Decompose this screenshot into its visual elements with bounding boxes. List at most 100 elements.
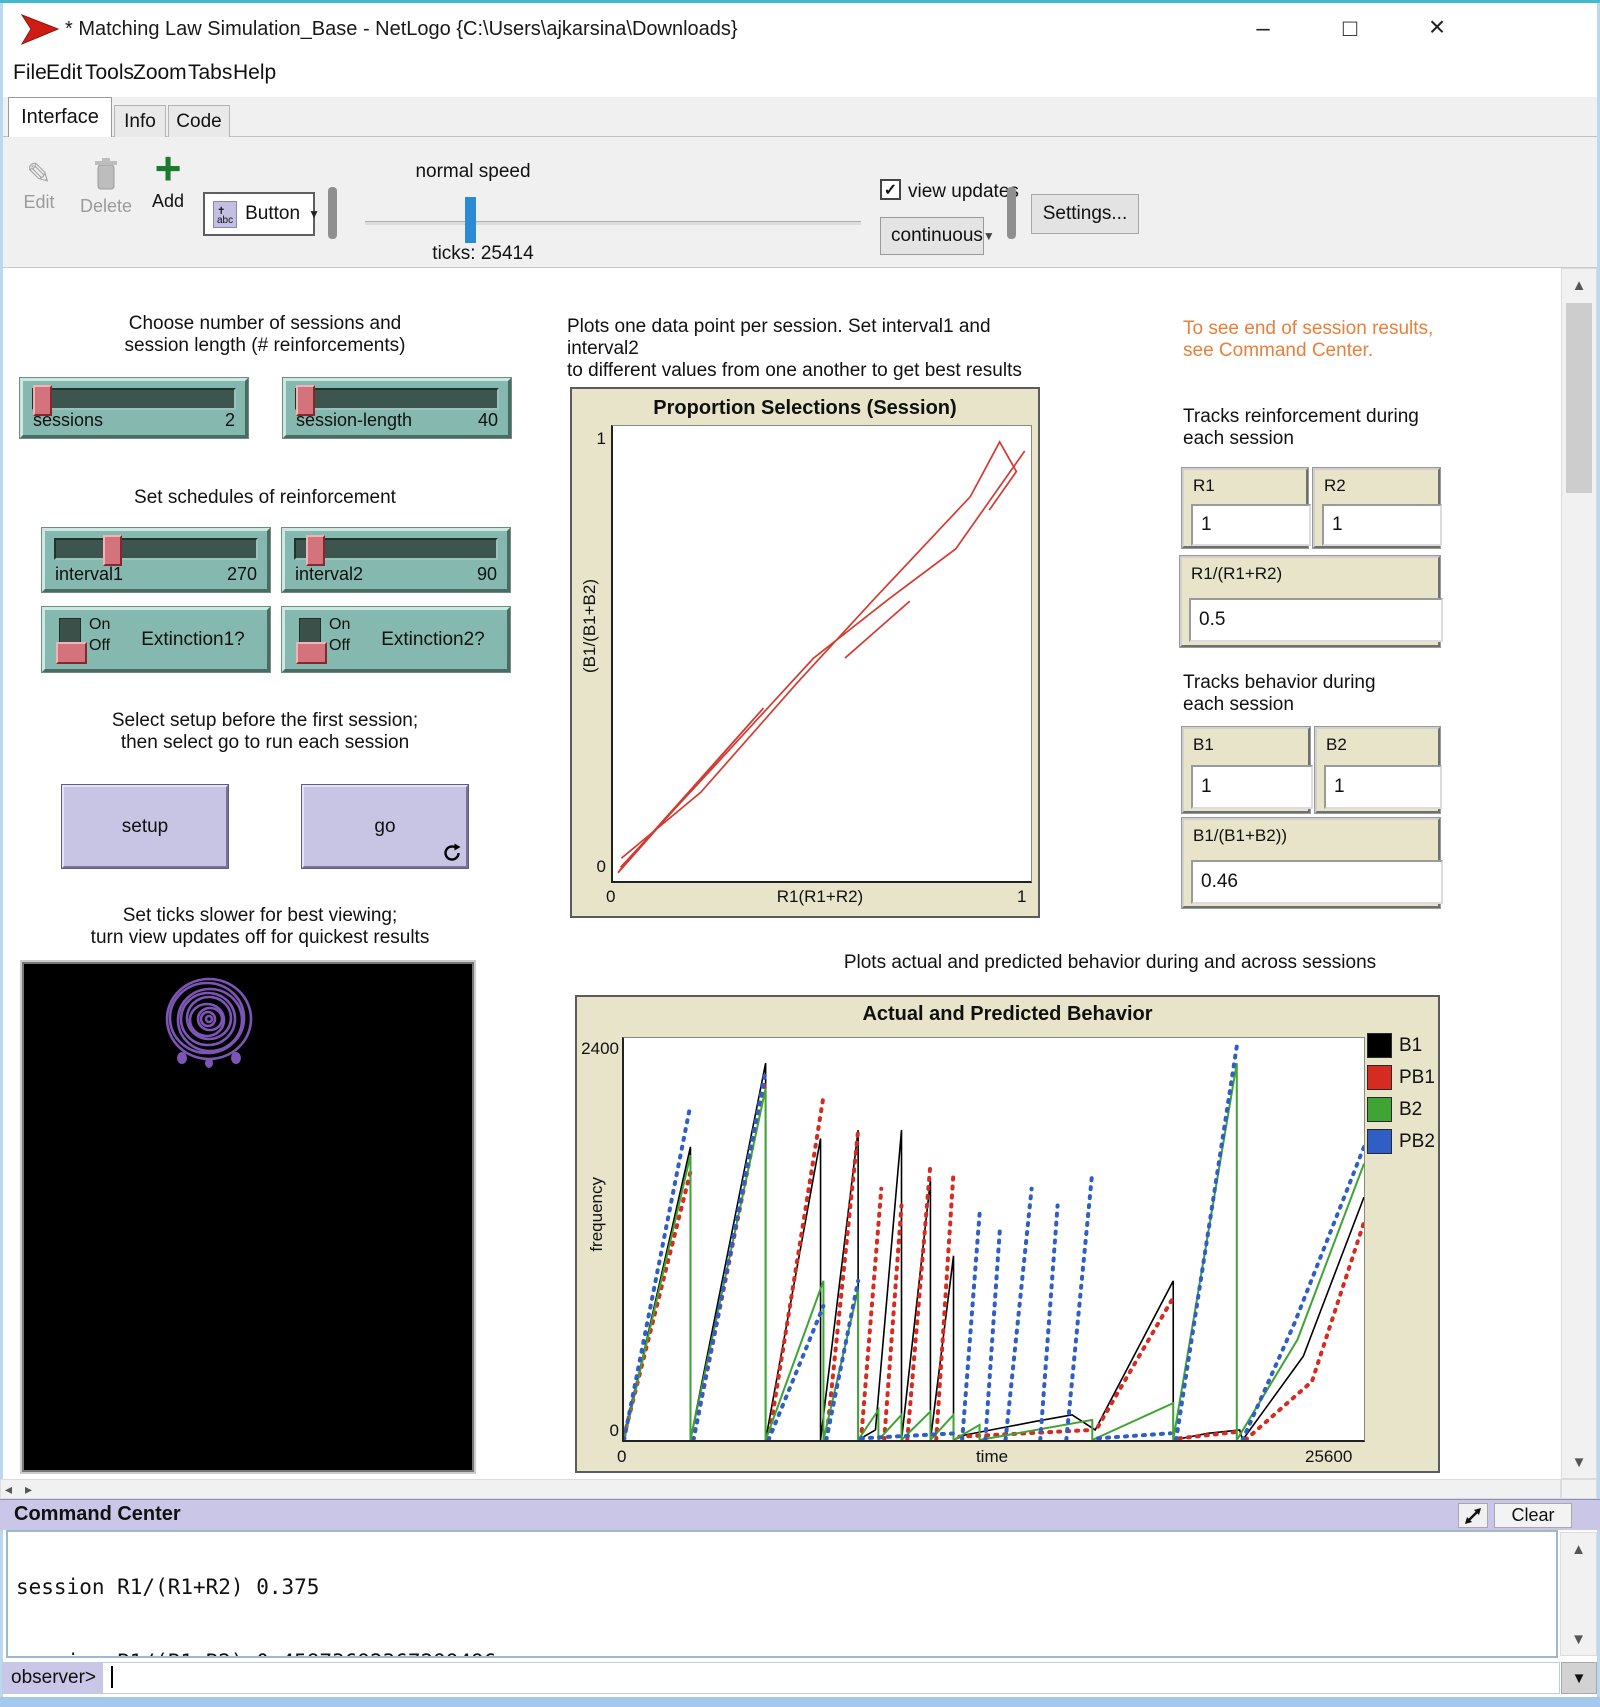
command-output-line: session B1/(B1+B2) 0.45873692367299496 [16, 1650, 1556, 1658]
setup-button-label: setup [122, 816, 168, 838]
y-min-label: 0 [586, 857, 606, 877]
plot-area [611, 425, 1032, 883]
session-length-slider[interactable]: session-length40 [283, 378, 511, 438]
close-button[interactable]: × [1417, 9, 1457, 45]
window-title: * Matching Law Simulation_Base - NetLogo… [65, 18, 738, 41]
speed-slider-thumb[interactable] [465, 197, 476, 243]
world-view[interactable] [22, 962, 474, 1472]
forever-icon [442, 843, 462, 863]
plus-icon: + [138, 145, 198, 191]
button-widget-icon: ✝abc [213, 201, 237, 228]
note-schedules: Set schedules of reinforcement [40, 487, 490, 509]
tab-code[interactable]: Code [168, 105, 230, 137]
maximize-button[interactable]: □ [1330, 11, 1370, 47]
interval2-slider[interactable]: interval290 [282, 528, 510, 592]
proportion-selections-plot: Proportion Selections (Session) 1 0 (B1/… [570, 387, 1040, 918]
add-tool[interactable]: + Add [138, 145, 198, 212]
monitor-value: 1 [1191, 504, 1311, 546]
main-horizontal-scrollbar[interactable]: ◂ ▸ [0, 1479, 1561, 1499]
delete-tool: Delete [75, 157, 137, 217]
legend-swatch-b1 [1367, 1033, 1392, 1058]
delete-tool-label: Delete [75, 196, 137, 217]
go-button[interactable]: go [302, 785, 468, 868]
menu-edit[interactable]: Edit [46, 61, 82, 85]
command-output-scrollbar[interactable]: ▲ ▼ [1560, 1532, 1597, 1656]
actual-predicted-plot: Actual and Predicted Behavior 2400 0 fre… [575, 995, 1440, 1473]
scrollbar-thumb[interactable] [1566, 303, 1592, 493]
speed-slider-track[interactable] [365, 221, 861, 225]
view-updates-label: view updates [908, 181, 1019, 203]
menu-file[interactable]: File [13, 61, 47, 85]
turtle-shape [24, 964, 472, 1470]
setup-button[interactable]: setup [62, 785, 228, 868]
text-cursor [111, 1666, 113, 1688]
sessions-slider[interactable]: sessions2 [20, 378, 248, 438]
x-axis-label: time [622, 1447, 1362, 1467]
switch-handle[interactable] [296, 642, 327, 664]
scroll-up-arrow[interactable]: ▲ [1562, 269, 1596, 301]
extinction2-switch[interactable]: On Off Extinction2? [282, 607, 510, 672]
title-bar[interactable]: * Matching Law Simulation_Base - NetLogo… [3, 3, 1597, 55]
legend-label: PB2 [1399, 1131, 1435, 1153]
legend-item-b2: B2 [1367, 1097, 1435, 1122]
menu-help[interactable]: Help [233, 61, 276, 85]
monitor-label: R1/(R1+R2) [1191, 564, 1282, 584]
observer-prompt: observer> [3, 1663, 103, 1693]
widget-type-dropdown[interactable]: ✝abc Button ▼ [203, 192, 315, 236]
switch-handle[interactable] [56, 642, 87, 664]
add-tool-label: Add [138, 191, 198, 212]
legend-item-pb1: PB1 [1367, 1065, 1435, 1090]
minimize-button[interactable]: – [1243, 11, 1283, 47]
scroll-right-arrow[interactable]: ▸ [25, 1481, 32, 1498]
plot-title: Actual and Predicted Behavior [577, 1003, 1438, 1026]
tab-interface[interactable]: Interface [8, 97, 112, 137]
command-center-output[interactable]: session R1/(R1+R2) 0.375 session B1/(B1+… [6, 1530, 1558, 1658]
slider-value: 2 [225, 410, 235, 431]
slider-track [32, 388, 236, 410]
scroll-down-arrow[interactable]: ▼ [1562, 1446, 1596, 1478]
chevron-down-icon: ▼ [1572, 1670, 1587, 1687]
main-vertical-scrollbar[interactable]: ▲ ▼ [1561, 268, 1597, 1479]
slider-handle[interactable] [306, 535, 325, 566]
y-max-label: 1 [586, 429, 606, 449]
switch-on-label: On [89, 616, 110, 634]
menu-tabs[interactable]: Tabs [188, 61, 232, 85]
scroll-down-arrow[interactable]: ▼ [1561, 1623, 1596, 1655]
update-mode-dropdown[interactable]: continuous ▼ [880, 217, 984, 255]
expand-icon [1464, 1507, 1482, 1525]
switch-on-label: On [329, 616, 350, 634]
trash-icon [75, 157, 137, 191]
view-updates-checkbox[interactable]: ✓ [880, 179, 901, 200]
switch-name: Extinction2? [365, 610, 501, 669]
ticks-counter: ticks: 25414 [383, 243, 583, 265]
behavior-plot-canvas [624, 1038, 1364, 1440]
note-ticks: Set ticks slower for best viewing; turn … [30, 905, 490, 949]
menu-zoom[interactable]: Zoom [133, 61, 187, 85]
scroll-up-arrow[interactable]: ▲ [1561, 1533, 1596, 1565]
tab-row: Interface Info Code [3, 97, 1597, 137]
interval1-slider[interactable]: interval1270 [42, 528, 270, 592]
proportion-plot-canvas [613, 426, 1031, 881]
clear-button[interactable]: Clear [1494, 1503, 1572, 1528]
slider-label: session-length [296, 410, 412, 431]
observer-input-row: observer> [2, 1662, 1560, 1694]
slider-handle[interactable] [103, 535, 122, 566]
settings-button[interactable]: Settings... [1031, 194, 1139, 234]
slider-value: 270 [227, 564, 257, 585]
r-ratio-monitor: R1/(R1+R2) 0.5 [1180, 556, 1440, 647]
scroll-left-arrow[interactable]: ◂ [5, 1481, 12, 1498]
tab-info[interactable]: Info [114, 105, 166, 137]
menu-tools[interactable]: Tools [85, 61, 134, 85]
monitor-label: R1 [1193, 476, 1215, 496]
expand-command-center-button[interactable] [1458, 1503, 1488, 1528]
r2-monitor: R2 1 [1313, 468, 1440, 548]
plot-legend: B1 PB1 B2 PB2 [1367, 1033, 1435, 1161]
monitor-value: 0.5 [1189, 598, 1443, 642]
legend-item-b1: B1 [1367, 1033, 1435, 1058]
speed-slider-label: normal speed [373, 161, 573, 183]
b-ratio-monitor: B1/(B1+B2)) 0.46 [1182, 818, 1440, 908]
scrollbar-corner [1561, 1479, 1597, 1499]
extinction1-switch[interactable]: On Off Extinction1? [42, 607, 270, 672]
observer-input[interactable] [105, 1666, 1555, 1692]
observer-history-dropdown[interactable]: ▼ [1561, 1662, 1597, 1694]
